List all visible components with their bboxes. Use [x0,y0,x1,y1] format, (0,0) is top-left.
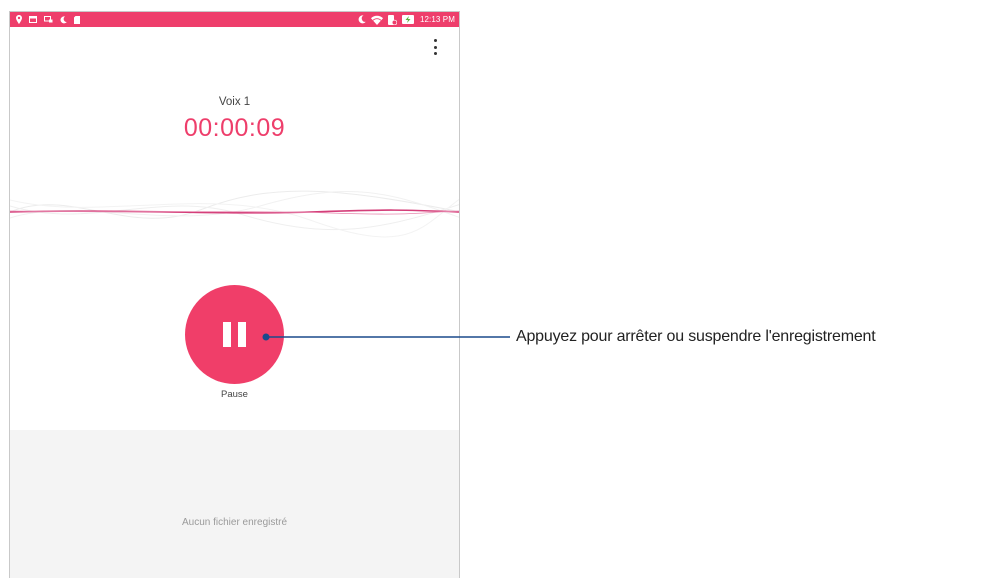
pause-button[interactable] [185,285,284,384]
battery-charging-icon [401,15,414,24]
status-bar-system: 12:13 PM [358,12,455,27]
pause-icon [223,322,247,347]
empty-state-message: Aucun fichier enregistré [181,517,288,528]
recording-name: Voix 1 [218,96,251,108]
screen-icon [44,16,53,23]
audio-waveform [10,190,459,238]
sd-card-icon [74,15,80,24]
status-bar-notifications [16,12,80,27]
callout-text: Appuyez pour arrêter ou suspendre l'enre… [516,328,876,345]
pause-label: Pause [221,389,248,400]
recordings-list: Aucun fichier enregistré [10,430,459,578]
clock: 12:13 PM [419,15,455,24]
recording-timer: 00:00:09 [183,114,286,142]
location-icon [16,15,22,24]
overflow-menu-icon-dot [433,45,437,49]
phone-screen: 12:13 PM Voix 1 00:00:09 Pause Aucun fic… [9,11,460,578]
wifi-icon [370,15,383,25]
moon-icon [358,15,366,24]
battery-saver-icon [387,14,397,25]
moon-icon [60,15,67,23]
overflow-menu-button[interactable] [430,39,440,55]
status-bar: 12:13 PM [10,12,459,27]
calendar-icon [29,16,37,23]
overflow-menu-icon [433,39,437,42]
overflow-menu-icon-dot [433,52,437,55]
